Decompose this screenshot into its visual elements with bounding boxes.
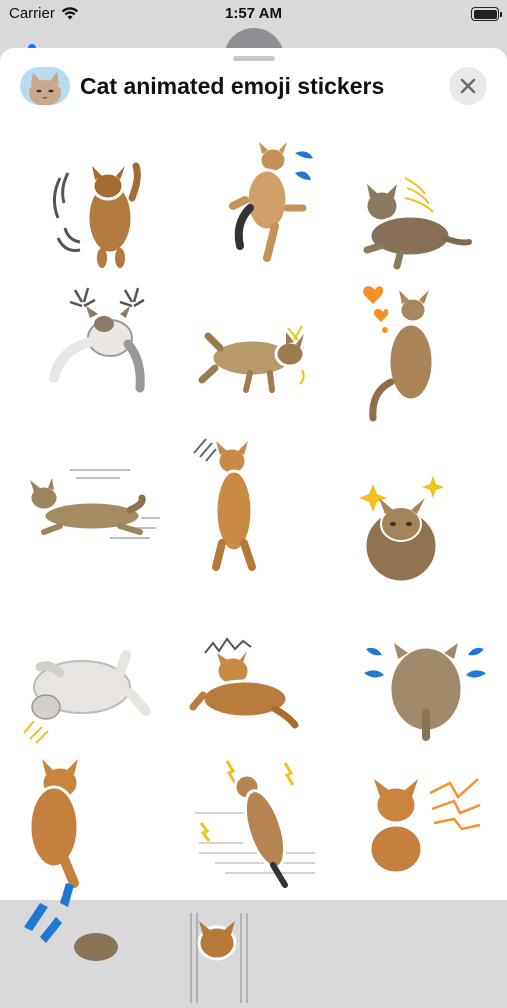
cat-back-shock-sticker[interactable] [350, 603, 500, 743]
status-bar: Carrier 1:57 AM [0, 0, 507, 30]
cat-sitting-sweat-sticker[interactable] [195, 138, 345, 278]
cat-partial-1-sticker[interactable] [20, 863, 170, 1003]
cat-partial-2-sticker[interactable] [185, 863, 335, 1003]
cat-lying-tired-sticker[interactable] [185, 603, 335, 743]
status-time: 1:57 AM [225, 5, 282, 22]
cat-running-sticker[interactable] [20, 458, 170, 598]
cat-jumping-sticker[interactable] [40, 158, 190, 298]
sticker-sheet: Cat animated emoji stickers [0, 48, 507, 1003]
white-cat-rolling-sticker[interactable] [20, 603, 170, 744]
sticker-grid [0, 48, 507, 1003]
cat-standing-sticker[interactable] [180, 433, 330, 573]
cat-hearts-sticker[interactable] [345, 282, 495, 422]
battery-icon [471, 7, 502, 21]
cat-sparkle-sticker[interactable] [345, 458, 495, 598]
cat-zap-sticker[interactable] [350, 753, 500, 893]
cat-angry-sticker[interactable] [40, 280, 190, 420]
